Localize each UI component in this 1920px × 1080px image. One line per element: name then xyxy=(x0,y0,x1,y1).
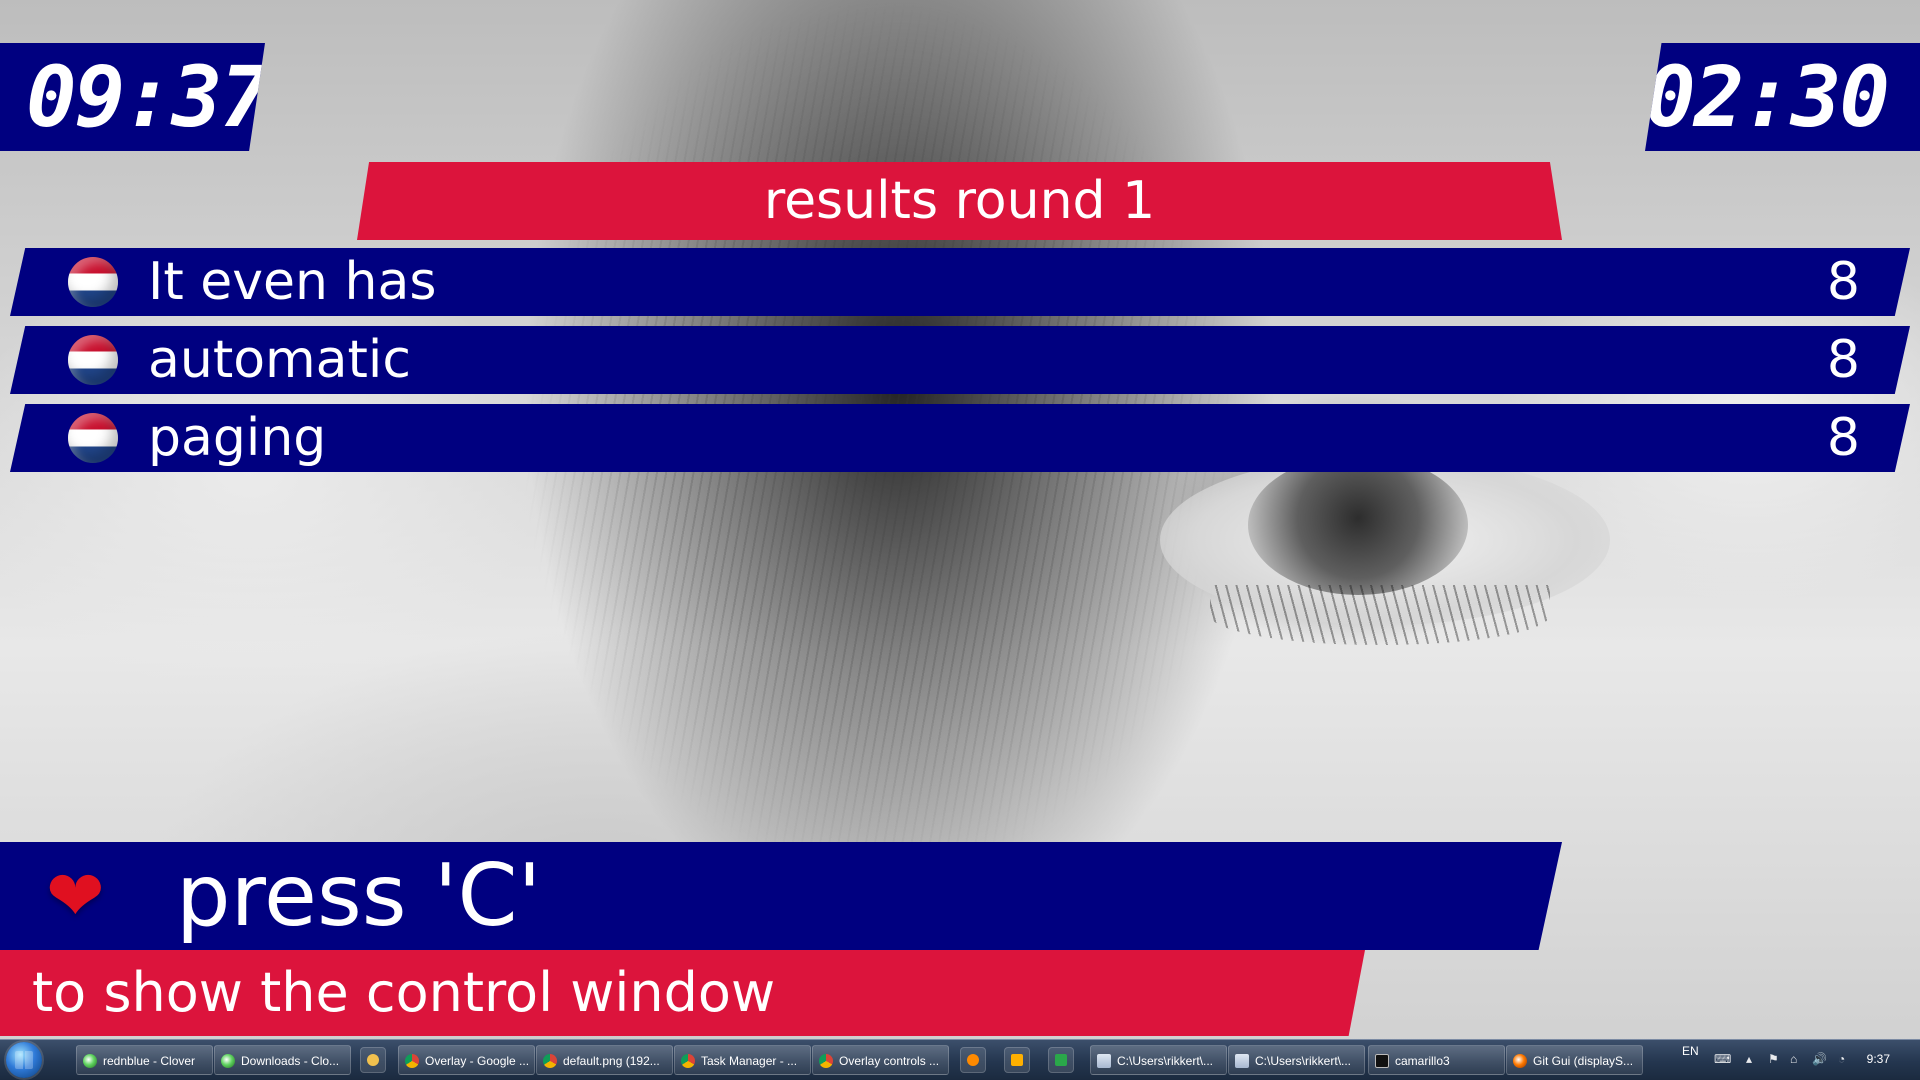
result-team-name: automatic xyxy=(148,330,411,390)
spreadsheet-icon[interactable] xyxy=(1048,1047,1074,1073)
heart-icon: ❤ xyxy=(46,855,105,937)
hint-main-text: press 'C' xyxy=(176,846,542,946)
result-row: It even has 8 xyxy=(10,248,1910,316)
language-indicator[interactable]: EN xyxy=(1682,1044,1699,1058)
taskbar-item-label: rednblue - Clover xyxy=(103,1054,196,1068)
clock-right-text: 02:30 xyxy=(1645,48,1890,146)
flag-icon[interactable]: ⚑ xyxy=(1768,1052,1779,1066)
chrome-icon xyxy=(819,1054,833,1068)
taskbar-item-label: camarillo3 xyxy=(1395,1054,1450,1068)
explorer-window-icon xyxy=(1097,1054,1111,1068)
result-team-score: 8 xyxy=(1826,408,1860,468)
countdown-clock-right: 02:30 xyxy=(1645,43,1920,151)
package-icon[interactable] xyxy=(1004,1047,1030,1073)
windows-taskbar: rednblue - Clover Downloads - Clo... Ove… xyxy=(0,1039,1920,1080)
clock-left-text: 09:37 xyxy=(26,48,269,146)
taskbar-item[interactable]: Overlay - Google ... xyxy=(398,1045,535,1075)
taskbar-item[interactable]: Overlay controls ... xyxy=(812,1045,949,1075)
elapsed-clock-left: 09:37 xyxy=(0,43,265,151)
netherlands-flag-icon xyxy=(68,257,118,307)
result-team-name: It even has xyxy=(148,252,437,312)
eyelashes xyxy=(1210,585,1550,645)
taskbar-item[interactable]: C:\Users\rikkert\... xyxy=(1090,1045,1227,1075)
system-tray: EN ⌨ ▴ ⚑ ⌂ 🔊 ◔ 9:37 xyxy=(1660,1040,1920,1080)
taskbar-item[interactable]: Git Gui (displayS... xyxy=(1506,1045,1643,1075)
taskbar-item-label: Overlay controls ... xyxy=(839,1054,940,1068)
taskbar-item[interactable]: camarillo3 xyxy=(1368,1045,1505,1075)
taskbar-item-label: Task Manager - ... xyxy=(701,1054,798,1068)
result-team-name: paging xyxy=(148,408,327,468)
taskbar-item[interactable]: Downloads - Clo... xyxy=(214,1045,351,1075)
result-team-score: 8 xyxy=(1826,252,1860,312)
round-results-title: results round 1 xyxy=(357,162,1562,240)
terminal-icon xyxy=(1375,1054,1389,1068)
chrome-icon xyxy=(681,1054,695,1068)
taskbar-item-label: Git Gui (displayS... xyxy=(1533,1054,1634,1068)
git-icon xyxy=(1513,1054,1527,1068)
network-icon[interactable]: ⌂ xyxy=(1790,1052,1797,1066)
firefox-icon[interactable] xyxy=(960,1047,986,1073)
taskbar-item[interactable]: default.png (192... xyxy=(536,1045,673,1075)
hint-banner-main: ❤ press 'C' xyxy=(0,842,1562,950)
taskbar-item[interactable]: C:\Users\rikkert\... xyxy=(1228,1045,1365,1075)
result-row: automatic 8 xyxy=(10,326,1910,394)
taskbar-item-label: C:\Users\rikkert\... xyxy=(1117,1054,1214,1068)
eye-iris xyxy=(1248,455,1468,595)
netherlands-flag-icon xyxy=(68,413,118,463)
result-team-score: 8 xyxy=(1826,330,1860,390)
clover-icon xyxy=(221,1054,235,1068)
taskbar-item-label: Overlay - Google ... xyxy=(425,1054,530,1068)
clover-icon xyxy=(83,1054,97,1068)
chrome-icon xyxy=(405,1054,419,1068)
volume-icon[interactable]: 🔊 xyxy=(1812,1052,1827,1066)
app-tray-icon[interactable]: ◔ xyxy=(1838,1052,1845,1066)
show-hidden-icons-chevron-icon[interactable]: ▴ xyxy=(1746,1052,1752,1066)
keyboard-icon[interactable]: ⌨ xyxy=(1714,1052,1731,1066)
hint-sub-text: to show the control window xyxy=(32,961,776,1024)
taskbar-item[interactable]: rednblue - Clover xyxy=(76,1045,213,1075)
explorer-window-icon xyxy=(1235,1054,1249,1068)
taskbar-item[interactable]: Task Manager - ... xyxy=(674,1045,811,1075)
taskbar-item-label: Downloads - Clo... xyxy=(241,1054,340,1068)
netherlands-flag-icon xyxy=(68,335,118,385)
taskbar-clock[interactable]: 9:37 xyxy=(1867,1052,1890,1066)
taskbar-item-label: C:\Users\rikkert\... xyxy=(1255,1054,1352,1068)
chrome-icon xyxy=(543,1054,557,1068)
taskbar-item-label: default.png (192... xyxy=(563,1054,660,1068)
result-row: paging 8 xyxy=(10,404,1910,472)
start-button[interactable] xyxy=(6,1042,42,1078)
hint-banner-sub: to show the control window xyxy=(0,950,1365,1036)
file-explorer-icon[interactable] xyxy=(360,1047,386,1073)
